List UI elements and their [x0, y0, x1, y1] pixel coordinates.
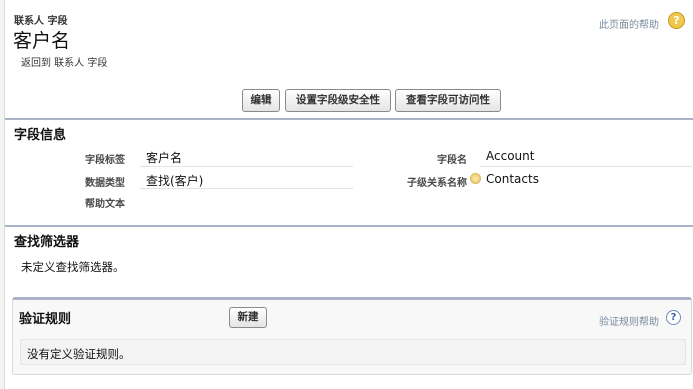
help-text-label: 帮助文本 [85, 199, 125, 210]
child-relationship-value: Contacts [486, 172, 539, 186]
question-icon[interactable]: ? [668, 12, 685, 29]
validation-rules-help-link[interactable]: 验证规则帮助 [599, 313, 659, 328]
object-type-label: 联系人 字段 [14, 16, 68, 27]
field-name-label: 字段名 [437, 155, 467, 166]
question-icon[interactable]: ? [666, 310, 681, 325]
field-info-title: 字段信息 [14, 128, 67, 143]
field-security-button[interactable]: 设置字段级安全性 [285, 89, 391, 112]
field-name-value: Account [486, 149, 535, 163]
section-divider [5, 118, 693, 120]
lookup-filter-message: 未定义查找筛选器。 [21, 260, 125, 274]
field-label-label: 字段标签 [85, 155, 125, 166]
row-divider [140, 188, 353, 189]
validation-rules-empty-message: 没有定义验证规则。 [20, 339, 686, 365]
back-link[interactable]: 返回到 联系人 字段 [21, 54, 107, 69]
page-help-link[interactable]: 此页面的帮助 [599, 16, 659, 31]
new-rule-button[interactable]: 新建 [229, 307, 267, 328]
info-icon[interactable] [470, 173, 481, 184]
data-type-value: 查找(客户) [146, 174, 204, 188]
child-relationship-label: 子级关系名称 [407, 178, 467, 189]
row-divider [140, 166, 353, 167]
section-divider [5, 225, 693, 227]
data-type-label: 数据类型 [85, 178, 125, 189]
left-edge-strip [0, 0, 5, 389]
field-label-value: 客户名 [146, 151, 183, 165]
row-divider [480, 166, 692, 167]
field-accessibility-button[interactable]: 查看字段可访问性 [395, 89, 501, 112]
validation-rules-title: 验证规则 [19, 312, 72, 327]
edit-button[interactable]: 编辑 [242, 89, 280, 112]
lookup-filter-title: 查找筛选器 [14, 235, 80, 250]
page-title: 客户名 [13, 30, 71, 52]
